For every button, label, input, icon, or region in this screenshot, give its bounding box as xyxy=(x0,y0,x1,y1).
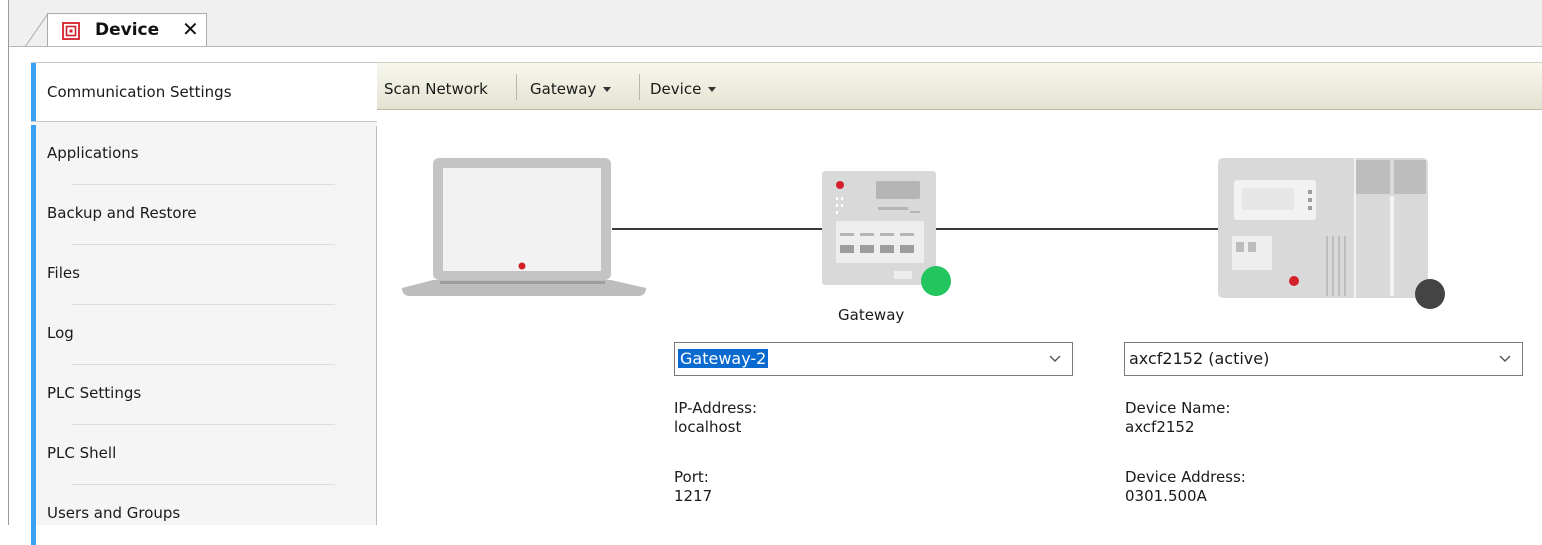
nav-item-label: Applications xyxy=(47,144,139,162)
tab-title: Device xyxy=(95,20,160,40)
nav-item-log[interactable]: Log xyxy=(31,305,376,365)
nav-item-label: Backup and Restore xyxy=(47,204,197,222)
device-menu-label: Device xyxy=(650,80,702,98)
gateway-menu-button[interactable]: Gateway xyxy=(530,80,612,98)
gateway-status-indicator xyxy=(921,266,951,296)
gateway-icon xyxy=(822,171,951,296)
device-menu-button[interactable]: Device xyxy=(650,80,717,98)
gateway-menu-label: Gateway xyxy=(530,80,597,98)
chevron-down-icon xyxy=(1499,355,1511,362)
toolbar-separator xyxy=(639,74,640,100)
nav-item-bar xyxy=(31,125,36,185)
nav-item-bar xyxy=(31,305,36,365)
editor-tab-strip: Device ✕ xyxy=(9,0,1542,48)
close-icon[interactable]: ✕ xyxy=(182,18,199,40)
device-address-label: Device Address: xyxy=(1125,468,1246,486)
device-editor-nav: Communication Settings Applications Back… xyxy=(31,62,378,545)
scan-network-button[interactable]: Scan Network xyxy=(384,80,488,98)
device-icon xyxy=(62,22,80,40)
device-address-value: 0301.500A xyxy=(1125,487,1207,505)
nav-item-plc-shell[interactable]: PLC Shell xyxy=(31,425,376,485)
nav-item-backup-and-restore[interactable]: Backup and Restore xyxy=(31,185,376,245)
gateway-ip-label: IP-Address: xyxy=(674,399,758,417)
nav-item-label: Users and Groups xyxy=(47,504,181,522)
nav-item-label: Files xyxy=(47,264,80,282)
nav-item-applications[interactable]: Applications xyxy=(31,125,376,185)
device-name-value: axcf2152 xyxy=(1125,418,1195,436)
caret-down-icon xyxy=(708,87,717,92)
nav-item-files[interactable]: Files xyxy=(31,245,376,305)
nav-active-indicator xyxy=(31,63,36,121)
gateway-caption: Gateway xyxy=(838,306,905,324)
gateway-port-label: Port: xyxy=(674,468,709,486)
gateway-port-value: 1217 xyxy=(674,487,713,505)
device-name-label: Device Name: xyxy=(1125,399,1231,417)
network-link-gateway-device xyxy=(936,228,1220,230)
comm-toolbar: Scan Network Gateway Device xyxy=(377,62,1542,110)
gateway-select[interactable]: Gateway-2 xyxy=(674,342,1073,376)
nav-item-bar xyxy=(31,425,36,485)
tab-device[interactable]: Device ✕ xyxy=(47,13,207,46)
nav-item-label: PLC Settings xyxy=(47,384,142,402)
device-status-indicator xyxy=(1415,279,1445,309)
nav-item-users-and-groups[interactable]: Users and Groups xyxy=(31,485,376,545)
nav-item-communication-settings[interactable]: Communication Settings xyxy=(31,62,378,122)
device-select[interactable]: axcf2152 (active) xyxy=(1124,342,1523,376)
window-frame xyxy=(8,0,9,525)
nav-item-plc-settings[interactable]: PLC Settings xyxy=(31,365,376,425)
nav-item-bar xyxy=(31,365,36,425)
nav-item-bar xyxy=(31,185,36,245)
device-select-value: axcf2152 (active) xyxy=(1129,349,1270,368)
nav-item-label: Log xyxy=(47,324,74,342)
computer-icon xyxy=(402,158,646,296)
nav-item-label: PLC Shell xyxy=(47,444,117,462)
gateway-ip-value: localhost xyxy=(674,418,742,436)
gateway-select-value: Gateway-2 xyxy=(678,349,769,368)
plc-device-icon xyxy=(1218,158,1445,309)
nav-item-bar xyxy=(31,245,36,305)
toolbar-separator xyxy=(516,74,517,100)
chevron-down-icon xyxy=(1049,355,1061,362)
nav-item-label: Communication Settings xyxy=(47,83,232,101)
nav-item-bar xyxy=(31,485,36,545)
caret-down-icon xyxy=(603,87,612,92)
